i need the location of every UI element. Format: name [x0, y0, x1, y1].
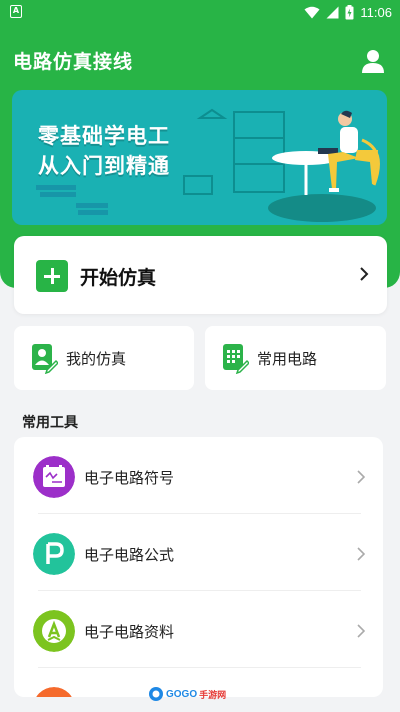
user-icon[interactable]: [361, 48, 385, 74]
watermark-suffix: 手游网: [199, 690, 227, 701]
chevron-right-icon: [360, 267, 369, 281]
my-simulation-icon: [32, 344, 58, 374]
common-circuit-card[interactable]: 常用电路: [205, 326, 386, 390]
status-bar: A 11:06: [0, 0, 400, 24]
tool-label-circuit-symbols: 电子电路符号: [84, 469, 175, 487]
banner-headline-1: 零基础学电工: [38, 124, 170, 148]
formula-p-icon: [33, 533, 75, 575]
app-title: 电路仿真接线: [13, 51, 134, 73]
tool-label-circuit-formulas: 电子电路公式: [84, 546, 175, 564]
circuit-symbol-icon: [33, 456, 75, 498]
chevron-right-icon: [357, 547, 365, 561]
promo-banner[interactable]: 零基础学电工 从入门到精通: [12, 90, 387, 225]
status-icons: 11:06: [304, 3, 392, 21]
tool-item-circuit-symbols[interactable]: 电子电路符号: [14, 437, 383, 514]
common-circuit-label: 常用电路: [257, 350, 318, 368]
gogo-logo-icon: [149, 687, 163, 701]
notification-badge: A: [10, 5, 22, 18]
battery-icon: [345, 4, 354, 19]
wifi-icon: [304, 6, 320, 18]
status-time: 11:06: [360, 4, 392, 20]
plus-icon: [36, 260, 68, 292]
my-simulation-card[interactable]: 我的仿真: [14, 326, 194, 390]
tools-section-title: 常用工具: [22, 415, 78, 431]
start-simulation-label: 开始仿真: [80, 267, 157, 289]
tool-item-circuit-materials[interactable]: 电子电路资料: [14, 591, 383, 668]
tool-label-circuit-materials: 电子电路资料: [84, 623, 175, 641]
my-simulation-label: 我的仿真: [66, 350, 127, 368]
materials-icon: [33, 610, 75, 652]
banner-headline-2: 从入门到精通: [38, 154, 170, 178]
common-circuit-icon: [223, 344, 249, 374]
chevron-right-icon: [357, 624, 365, 638]
watermark-logo: GOGO 手游网: [148, 685, 226, 703]
tool-item-circuit-formulas[interactable]: 电子电路公式: [14, 514, 383, 591]
chevron-right-icon: [357, 470, 365, 484]
fourth-tool-icon: [36, 687, 72, 697]
watermark-text: GOGO: [166, 688, 198, 700]
start-simulation-card[interactable]: 开始仿真: [14, 236, 387, 314]
signal-icon: [326, 6, 339, 18]
tools-list: 电子电路符号 电子电路公式 电子电路资料: [14, 437, 383, 697]
